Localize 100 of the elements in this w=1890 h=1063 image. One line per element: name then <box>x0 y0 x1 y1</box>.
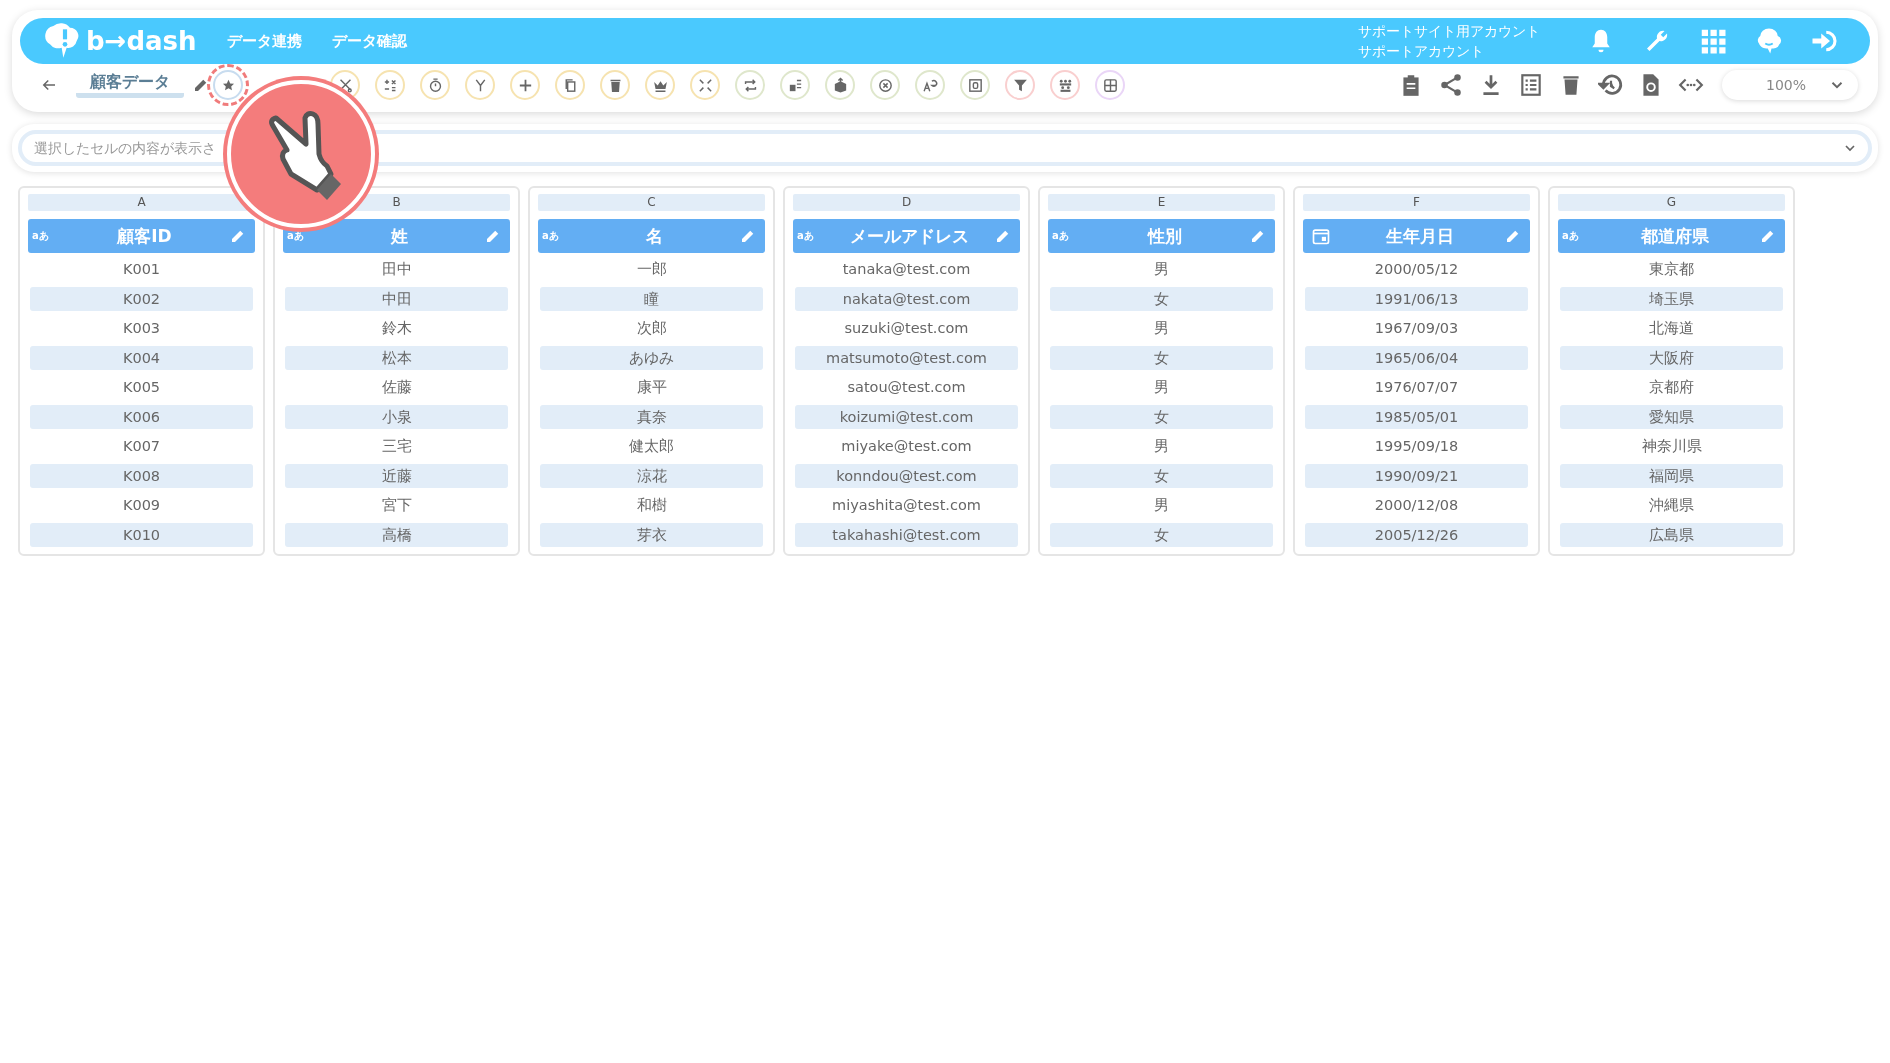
table-cell[interactable]: 康平 <box>540 375 763 399</box>
table-cell[interactable]: konndou@test.com <box>795 463 1018 488</box>
table-cell[interactable]: K010 <box>30 522 253 547</box>
table-cell[interactable]: 1985/05/01 <box>1305 404 1528 429</box>
star-tool-button[interactable] <box>213 70 243 100</box>
table-cell[interactable]: 男 <box>1050 375 1273 399</box>
cell-content-field[interactable]: 選択したセルの内容が表示さ <box>18 130 1872 166</box>
stopwatch-tool-button[interactable] <box>420 70 450 100</box>
grid-tool-button[interactable] <box>1095 70 1125 100</box>
table-cell[interactable]: K001 <box>30 257 253 281</box>
table-cell[interactable]: 近藤 <box>285 463 508 488</box>
table-cell[interactable]: 女 <box>1050 345 1273 370</box>
table-cell[interactable]: 小泉 <box>285 404 508 429</box>
table-cell[interactable]: 高橋 <box>285 522 508 547</box>
table-cell[interactable]: K005 <box>30 375 253 399</box>
table-cell[interactable]: 男 <box>1050 434 1273 458</box>
repeat-arrows-tool-button[interactable] <box>735 70 765 100</box>
table-cell[interactable]: 次郎 <box>540 316 763 340</box>
table-cell[interactable]: 鈴木 <box>285 316 508 340</box>
table-cell[interactable]: 健太郎 <box>540 434 763 458</box>
table-cell[interactable]: matsumoto@test.com <box>795 345 1018 370</box>
column-letter: C <box>538 194 765 211</box>
table-cell[interactable]: 沖縄県 <box>1560 493 1783 517</box>
table-cell[interactable]: 2000/05/12 <box>1305 257 1528 281</box>
table-cell[interactable]: 埼玉県 <box>1560 286 1783 311</box>
table-cell[interactable]: 瞳 <box>540 286 763 311</box>
table-cell[interactable]: 男 <box>1050 257 1273 281</box>
table-cell[interactable]: K004 <box>30 345 253 370</box>
column-name: 名 <box>645 224 664 248</box>
table-cell[interactable]: 1976/07/07 <box>1305 375 1528 399</box>
cancel-circle-icon <box>876 76 894 94</box>
table-cell[interactable]: 大阪府 <box>1560 345 1783 370</box>
history-icon[interactable] <box>1597 72 1624 98</box>
table-cell[interactable]: 東京都 <box>1560 257 1783 281</box>
table-cell[interactable]: suzuki@test.com <box>795 316 1018 340</box>
copy-tool-button[interactable] <box>555 70 585 100</box>
people-tool-button[interactable] <box>1050 70 1080 100</box>
box-upload-tool-button[interactable] <box>825 70 855 100</box>
math-operators-tool-button[interactable] <box>375 70 405 100</box>
trash-tool-button[interactable] <box>600 70 630 100</box>
table-cell[interactable]: miyake@test.com <box>795 434 1018 458</box>
cancel-circle-tool-button[interactable] <box>870 70 900 100</box>
table-cell[interactable]: 広島県 <box>1560 522 1783 547</box>
column-name: 姓 <box>389 224 409 248</box>
table-cell[interactable]: 2000/12/08 <box>1305 493 1528 517</box>
table-cell[interactable]: 1995/09/18 <box>1305 434 1528 458</box>
table-cell[interactable]: 田中 <box>285 257 508 281</box>
table-cell[interactable]: 神奈川県 <box>1560 434 1783 458</box>
type-label: aあ <box>1052 229 1070 243</box>
column-name: 都道府県 <box>1639 224 1710 248</box>
table-cell[interactable]: 和樹 <box>540 493 763 517</box>
plus-tool-button[interactable] <box>510 70 540 100</box>
crown-tool-button[interactable] <box>645 70 675 100</box>
zoom-select[interactable]: 100% <box>1721 70 1858 100</box>
table-cell[interactable]: 愛知県 <box>1560 404 1783 429</box>
table-cell[interactable]: satou@test.com <box>795 375 1018 399</box>
table-cell[interactable]: K008 <box>30 463 253 488</box>
table-cell[interactable]: 芽衣 <box>540 522 763 547</box>
sheet-title[interactable]: 顧客データ <box>76 72 184 98</box>
zero-box-tool-button[interactable] <box>960 70 990 100</box>
table-cell[interactable]: 佐藤 <box>285 375 508 399</box>
table-cell[interactable]: 女 <box>1050 522 1273 547</box>
table-cell[interactable]: 松本 <box>285 345 508 370</box>
table-cell[interactable]: 真奈 <box>540 404 763 429</box>
table-cell[interactable]: あゆみ <box>540 345 763 370</box>
filter-tool-button[interactable] <box>1005 70 1035 100</box>
table-cell[interactable]: 北海道 <box>1560 316 1783 340</box>
split-arrow-tool-button[interactable] <box>465 70 495 100</box>
table-cell[interactable]: K002 <box>30 286 253 311</box>
table-cell[interactable]: 女 <box>1050 286 1273 311</box>
table-cell[interactable]: 三宅 <box>285 434 508 458</box>
numbered-list-tool-button[interactable] <box>780 70 810 100</box>
table-cell[interactable]: 男 <box>1050 493 1273 517</box>
table-cell[interactable]: miyashita@test.com <box>795 493 1018 517</box>
table-cell[interactable]: 1990/09/21 <box>1305 463 1528 488</box>
table-cell[interactable]: takahashi@test.com <box>795 522 1018 547</box>
table-cell[interactable]: K003 <box>30 316 253 340</box>
table-cell[interactable]: 宮下 <box>285 493 508 517</box>
table-cell[interactable]: 1965/06/04 <box>1305 345 1528 370</box>
table-cell[interactable]: 男 <box>1050 316 1273 340</box>
column-letter: D <box>793 194 1020 211</box>
table-cell[interactable]: tanaka@test.com <box>795 257 1018 281</box>
table-cell[interactable]: 福岡県 <box>1560 463 1783 488</box>
table-cell[interactable]: 1967/09/03 <box>1305 316 1528 340</box>
table-cell[interactable]: 涼花 <box>540 463 763 488</box>
account-name: サポートアカウント <box>1358 42 1485 61</box>
table-cell[interactable]: K007 <box>30 434 253 458</box>
table-cell[interactable]: 1991/06/13 <box>1305 286 1528 311</box>
compress-arrows-tool-button[interactable] <box>690 70 720 100</box>
table-cell[interactable]: 女 <box>1050 463 1273 488</box>
table-cell[interactable]: 2005/12/26 <box>1305 522 1528 547</box>
table-cell[interactable]: K009 <box>30 493 253 517</box>
column-name: メールアドレス <box>849 224 970 248</box>
table-cell[interactable]: 女 <box>1050 404 1273 429</box>
table-cell[interactable]: koizumi@test.com <box>795 404 1018 429</box>
table-cell[interactable]: nakata@test.com <box>795 286 1018 311</box>
table-cell[interactable]: 中田 <box>285 286 508 311</box>
table-cell[interactable]: 一郎 <box>540 257 763 281</box>
table-cell[interactable]: K006 <box>30 404 253 429</box>
table-cell[interactable]: 京都府 <box>1560 375 1783 399</box>
